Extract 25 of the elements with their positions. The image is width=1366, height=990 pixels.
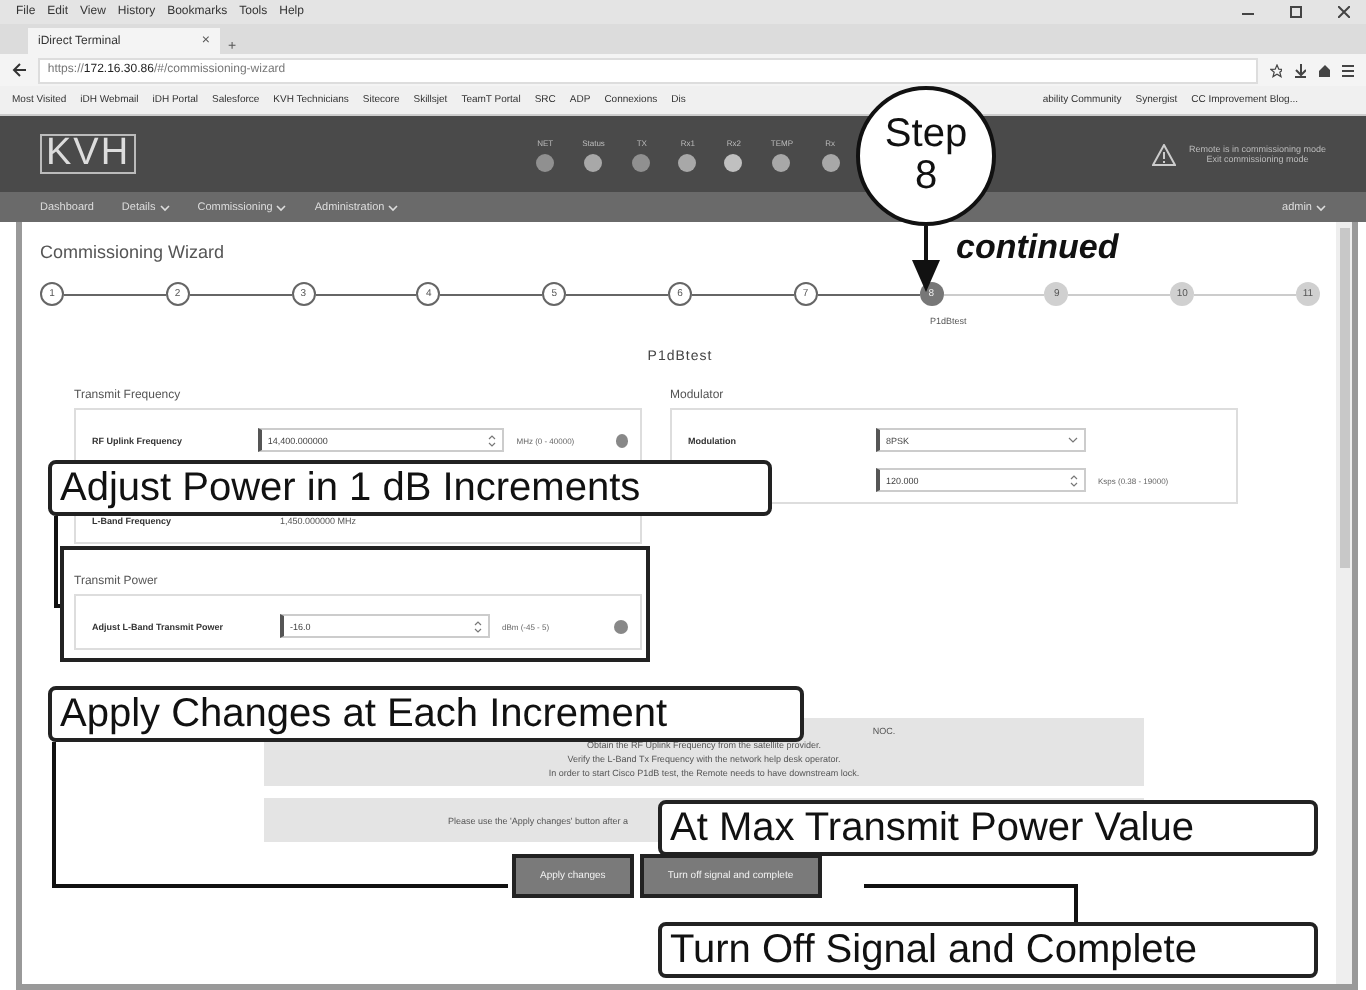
info-icon[interactable] bbox=[614, 619, 628, 633]
leader-line bbox=[54, 516, 64, 608]
callout-label: Apply Changes at Each Increment bbox=[48, 686, 804, 742]
home-icon[interactable] bbox=[1317, 63, 1330, 77]
menu-icon[interactable] bbox=[1341, 63, 1355, 77]
callout-label: Adjust Power in 1 dB Increments bbox=[48, 460, 772, 516]
star-icon[interactable] bbox=[1269, 63, 1282, 77]
back-arrow-icon[interactable] bbox=[12, 62, 26, 78]
chevron-icon[interactable] bbox=[1068, 436, 1078, 444]
spinner-icon[interactable] bbox=[488, 433, 497, 447]
info-icon[interactable] bbox=[615, 433, 628, 447]
maximize-icon[interactable] bbox=[1290, 6, 1302, 18]
callout-label: At Max Transmit Power Value bbox=[658, 800, 1318, 856]
close-icon[interactable] bbox=[1338, 6, 1350, 18]
callout-text: Step bbox=[884, 114, 968, 156]
download-icon[interactable] bbox=[1293, 63, 1306, 77]
caret-icon bbox=[1316, 203, 1326, 211]
callout-label: Turn Off Signal and Complete bbox=[658, 922, 1318, 978]
wizard-title: Commissioning Wizard bbox=[40, 242, 225, 262]
callout-text: 8 bbox=[914, 156, 938, 198]
warning-icon bbox=[1152, 143, 1177, 165]
callout-text: continued bbox=[956, 228, 1119, 268]
spinner-icon[interactable] bbox=[1070, 473, 1078, 487]
kvh-logo: KVH bbox=[40, 134, 137, 174]
spinner-icon[interactable] bbox=[474, 619, 482, 633]
